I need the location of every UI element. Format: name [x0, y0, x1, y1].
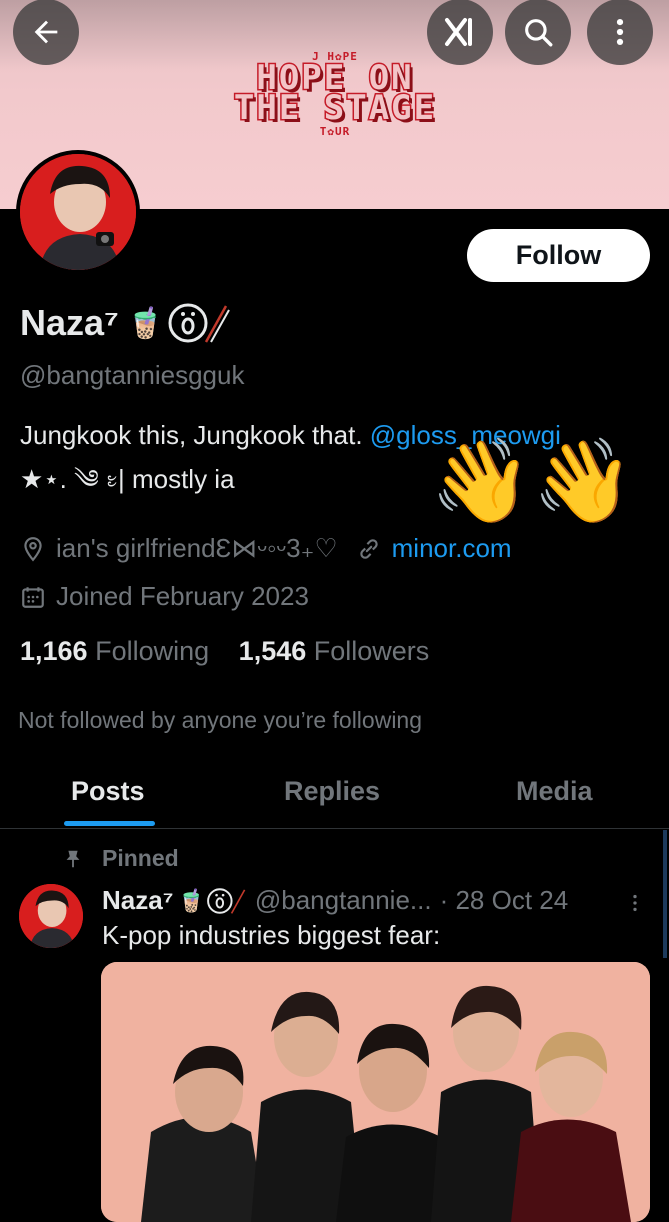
post-image[interactable]: [101, 962, 650, 1222]
follow-counts: 1,166 Following 1,546 Followers: [20, 636, 429, 667]
pinned-label: Pinned: [102, 845, 179, 871]
more-vertical-icon: [616, 18, 624, 46]
post-author-handle[interactable]: @bangtannie...: [255, 885, 432, 916]
following-count: 1,166: [20, 636, 88, 666]
following-label: Following: [95, 636, 210, 666]
profile-handle: @bangtanniesgguk: [20, 360, 245, 390]
post-header: Naza⁷ 🧋 @bangtannie... · 28 Oct 24: [102, 885, 568, 916]
profile-avatar[interactable]: [16, 150, 140, 274]
display-name: Naza⁷: [20, 302, 119, 343]
post-text: K-pop industries biggest fear:: [102, 920, 441, 950]
not-followed-notice: Not followed by anyone you’re following: [18, 707, 423, 733]
profile-joined-date: Joined February 2023: [56, 581, 309, 611]
followers-link[interactable]: 1,546 Followers: [239, 636, 430, 666]
scrollbar[interactable]: [663, 830, 667, 958]
pin-icon: [66, 850, 80, 867]
post-author-avatar[interactable]: [19, 884, 83, 948]
tab-media[interactable]: Media: [516, 776, 593, 807]
tab-posts[interactable]: Posts: [71, 776, 145, 807]
active-tab-indicator: [64, 821, 155, 826]
post-more-icon[interactable]: [624, 890, 646, 916]
link-icon: [359, 538, 378, 559]
pinned-indicator: Pinned: [62, 845, 179, 872]
avatar-image: [19, 884, 83, 948]
back-button[interactable]: [13, 0, 79, 65]
grok-icon: [445, 18, 472, 46]
surprised-face-icon: [168, 303, 231, 343]
bubble-tea-emoji: 🧋: [126, 306, 165, 340]
search-button[interactable]: [505, 0, 571, 65]
location-pin-icon: [24, 536, 42, 561]
tab-replies[interactable]: Replies: [284, 776, 380, 807]
profile-website-link[interactable]: minor.com: [392, 533, 512, 564]
bio-text: Jungkook this, Jungkook that.: [20, 420, 370, 450]
calendar-icon: [22, 586, 44, 608]
profile-tabs: Posts Replies Media: [0, 764, 669, 829]
avatar-image: [20, 154, 136, 270]
post-date[interactable]: · 28 Oct 24: [440, 885, 569, 916]
followers-label: Followers: [313, 636, 430, 666]
bubble-tea-emoji: 🧋: [177, 887, 205, 913]
profile-location: ian's girlfriendƐ⋈ᵕ◦ᵕ3₊♡: [56, 533, 338, 563]
banner-logo: J H✿PE HOPE ON THE STAGE T✿UR: [205, 50, 465, 150]
surprised-face-icon: [206, 887, 246, 914]
followers-count: 1,546: [238, 636, 307, 666]
grok-button[interactable]: [427, 0, 493, 65]
arrow-left-icon: [34, 20, 58, 44]
follow-button[interactable]: Follow: [467, 229, 650, 282]
banner-title-line2: THE STAGE: [232, 88, 437, 128]
group-photo: [101, 962, 650, 1222]
search-icon: [525, 19, 553, 47]
profile-meta-location-row: ian's girlfriendƐ⋈ᵕ◦ᵕ3₊♡ minor.com: [20, 533, 512, 564]
waving-hands-emoji: 👋👋: [430, 436, 635, 527]
profile-meta-joined-row: Joined February 2023: [20, 581, 309, 612]
following-link[interactable]: 1,166 Following: [20, 636, 209, 666]
post-author-name[interactable]: Naza⁷: [102, 885, 173, 916]
profile-name-row: Naza⁷ 🧋: [20, 300, 232, 346]
more-button[interactable]: [587, 0, 653, 65]
